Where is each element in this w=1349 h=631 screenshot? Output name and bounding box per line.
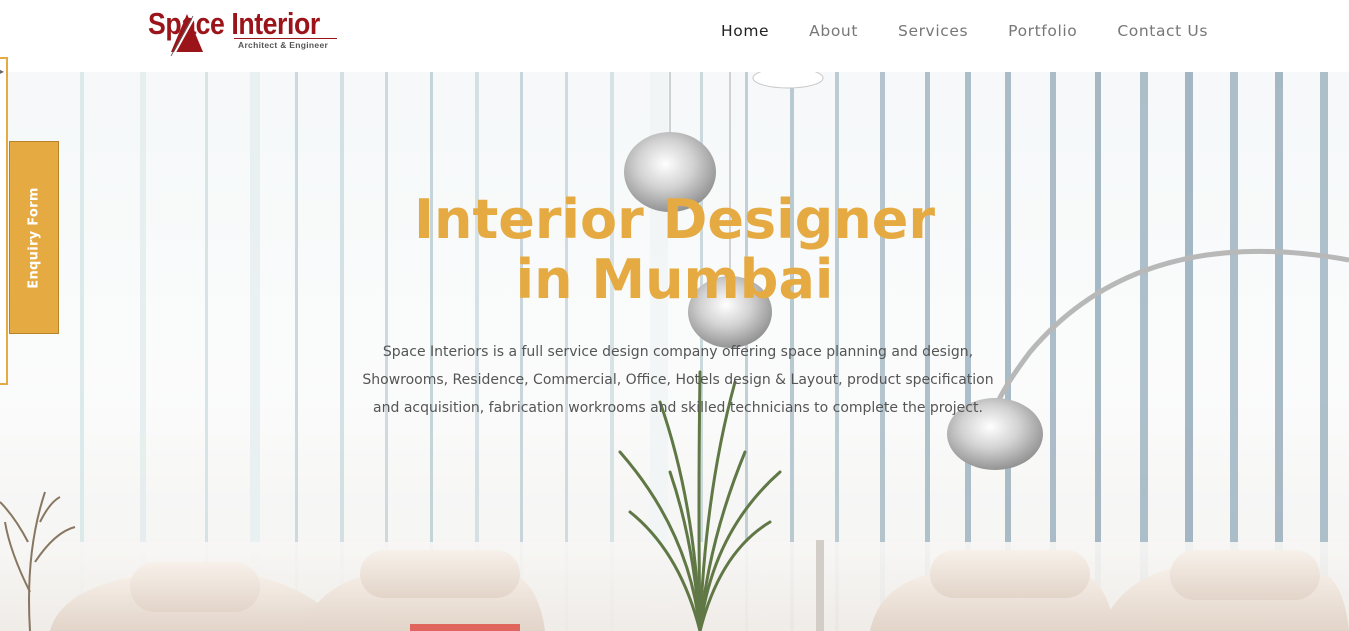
logo-tagline: Architect & Engineer — [238, 40, 329, 50]
nav-home[interactable]: Home — [701, 20, 789, 42]
hero-title-line-1: Interior Designer — [413, 188, 936, 251]
hero-description-line-2: Showrooms, Residence, Commercial, Office… — [362, 372, 994, 388]
logo-triangle-icon — [170, 14, 203, 56]
hero-description-line-3: and acquisition, fabrication workrooms a… — [373, 400, 983, 416]
hero-section: Interior Designer in Mumbai Space Interi… — [0, 72, 1349, 631]
nav-about[interactable]: About — [789, 20, 878, 42]
logo-underline — [234, 38, 337, 39]
hero-title: Interior Designer in Mumbai — [0, 190, 1349, 310]
hero-title-line-2: in Mumbai — [515, 248, 834, 311]
enquiry-form-button[interactable]: Enquiry Form — [9, 141, 59, 334]
nav-portfolio[interactable]: Portfolio — [988, 20, 1097, 42]
frame-marker-icon: ▸ — [0, 67, 5, 76]
logo[interactable]: Space Interior Architect & Engineer — [148, 4, 340, 58]
nav-services[interactable]: Services — [878, 20, 988, 42]
hero-description-line-1: Space Interiors is a full service design… — [382, 344, 974, 360]
enquiry-form-label: Enquiry Form — [26, 186, 42, 289]
hero-description: Space Interiors is a full service design… — [340, 338, 1016, 422]
enquiry-side-frame: ▸ — [0, 57, 8, 385]
nav-contact-us[interactable]: Contact Us — [1097, 20, 1208, 42]
main-nav: Home About Services Portfolio Contact Us — [701, 20, 1208, 42]
site-header: Space Interior Architect & Engineer Home… — [0, 0, 1349, 72]
